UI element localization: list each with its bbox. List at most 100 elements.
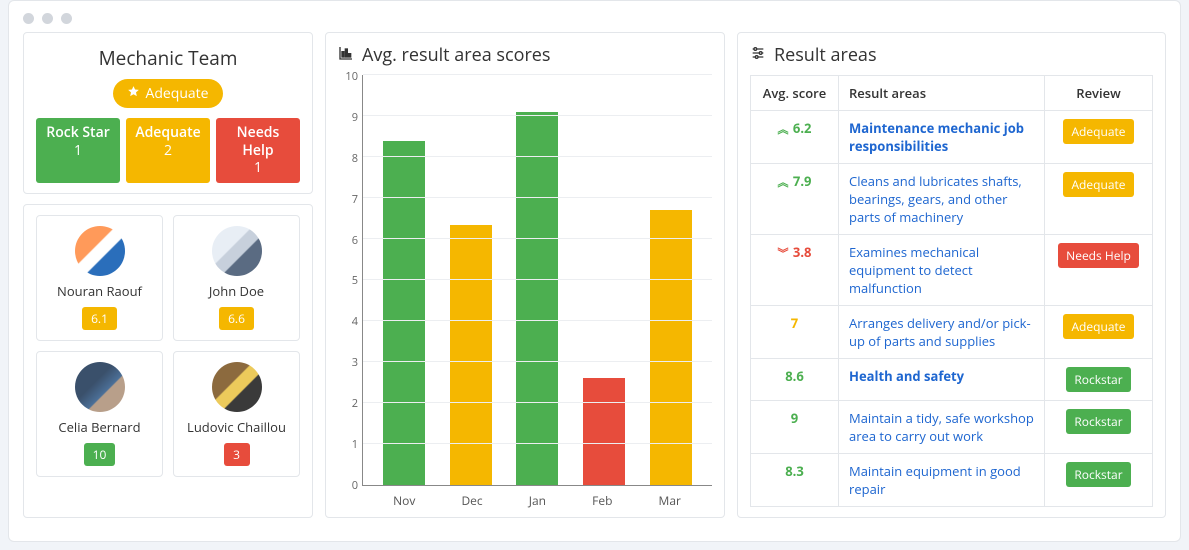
- chart-bar[interactable]: [450, 225, 492, 485]
- row-area[interactable]: Cleans and lubricates shafts, bearings, …: [839, 164, 1045, 235]
- row-review: Rockstar: [1045, 359, 1153, 401]
- chart-xaxis: Nov Dec Jan Feb Mar: [338, 486, 712, 509]
- table-row: 9Maintain a tidy, safe workshop area to …: [751, 401, 1153, 454]
- person-score-badge: 6.6: [219, 307, 254, 330]
- status-box-adequate[interactable]: Adequate2: [126, 118, 210, 183]
- row-score: ︾ 3.8: [751, 235, 839, 306]
- chevrons-up-icon: ︽: [778, 122, 786, 137]
- team-title: Mechanic Team: [36, 45, 300, 71]
- gridline: [363, 115, 712, 116]
- team-status-badge[interactable]: Adequate: [113, 79, 222, 108]
- table-row: 7Arranges delivery and/or pick-up of par…: [751, 306, 1153, 359]
- app-window: Mechanic Team Adequate Rock Star1Adequat…: [8, 0, 1181, 542]
- avatar: [212, 362, 262, 412]
- row-area[interactable]: Maintain equipment in good repair: [839, 454, 1045, 507]
- status-box-rock-star[interactable]: Rock Star1: [36, 118, 120, 183]
- row-area[interactable]: Health and safety: [839, 359, 1045, 401]
- chart-plot-area: [362, 75, 712, 486]
- row-score: ︽ 7.9: [751, 164, 839, 235]
- xtick: Nov: [393, 492, 415, 509]
- chart-title-row: Avg. result area scores: [338, 43, 712, 67]
- row-score: 7: [751, 306, 839, 359]
- row-score: 9: [751, 401, 839, 454]
- status-box-needs-help[interactable]: Needs Help1: [216, 118, 300, 183]
- gridline: [363, 197, 712, 198]
- gridline: [363, 361, 712, 362]
- xtick: Mar: [659, 492, 681, 509]
- chart-card: Avg. result area scores 109876543210 Nov…: [325, 32, 725, 518]
- gridline: [363, 443, 712, 444]
- gridline: [363, 279, 712, 280]
- avatar: [212, 226, 262, 276]
- status-row: Rock Star1Adequate2Needs Help1: [36, 118, 300, 183]
- person-score-badge: 3: [224, 443, 250, 466]
- col-header-area[interactable]: Result areas: [839, 76, 1045, 111]
- row-score: ︽ 6.2: [751, 111, 839, 164]
- row-review: Needs Help: [1045, 235, 1153, 306]
- person-card[interactable]: Celia Bernard 10: [36, 351, 163, 477]
- row-score: 8.6: [751, 359, 839, 401]
- gridline: [363, 74, 712, 75]
- result-areas-title: Result areas: [774, 43, 877, 67]
- table-row: 8.6Health and safetyRockstar: [751, 359, 1153, 401]
- col-header-review[interactable]: Review: [1045, 76, 1153, 111]
- xtick: Feb: [592, 492, 612, 509]
- avatar: [75, 362, 125, 412]
- table-row: 8.3Maintain equipment in good repairRock…: [751, 454, 1153, 507]
- team-status-label: Adequate: [145, 84, 208, 103]
- row-score: 8.3: [751, 454, 839, 507]
- window-dot: [23, 13, 34, 24]
- content: Mechanic Team Adequate Rock Star1Adequat…: [9, 32, 1180, 532]
- row-area[interactable]: Arranges delivery and/or pick-up of part…: [839, 306, 1045, 359]
- sliders-icon: [750, 43, 766, 67]
- people-card: Nouran Raouf 6.1 John Doe 6.6 Celia Bernard 1…: [23, 204, 313, 519]
- row-review: Rockstar: [1045, 401, 1153, 454]
- row-review: Adequate: [1045, 306, 1153, 359]
- team-card: Mechanic Team Adequate Rock Star1Adequat…: [23, 32, 313, 194]
- chart-title: Avg. result area scores: [362, 43, 550, 67]
- window-dot: [42, 13, 53, 24]
- people-grid: Nouran Raouf 6.1 John Doe 6.6 Celia Bernard 1…: [36, 215, 300, 477]
- result-areas-tbody: ︽ 6.2Maintenance mechanic job responsibi…: [751, 111, 1153, 507]
- row-review: Adequate: [1045, 111, 1153, 164]
- chart-bar[interactable]: [583, 378, 625, 485]
- row-review: Adequate: [1045, 164, 1153, 235]
- person-score-badge: 10: [84, 443, 116, 466]
- xtick: Dec: [461, 492, 482, 509]
- person-score-badge: 6.1: [82, 307, 117, 330]
- col-header-score[interactable]: Avg. score: [751, 76, 839, 111]
- gridline: [363, 238, 712, 239]
- row-area[interactable]: Maintain a tidy, safe workshop area to c…: [839, 401, 1045, 454]
- row-review: Rockstar: [1045, 454, 1153, 507]
- chart-bar[interactable]: [383, 141, 425, 485]
- person-card[interactable]: John Doe 6.6: [173, 215, 300, 341]
- avatar: [75, 226, 125, 276]
- person-card[interactable]: Nouran Raouf 6.1: [36, 215, 163, 341]
- chevrons-up-icon: ︽: [778, 175, 786, 190]
- gridline: [363, 320, 712, 321]
- xtick: Jan: [529, 492, 546, 509]
- result-areas-title-row: Result areas: [750, 43, 1153, 67]
- bar-chart-icon: [338, 43, 354, 67]
- result-areas-table: Avg. score Result areas Review ︽ 6.2Main…: [750, 75, 1153, 507]
- window-titlebar: [9, 1, 1180, 32]
- chart-yaxis: 109876543210: [338, 75, 362, 486]
- person-name: Nouran Raouf: [43, 282, 156, 300]
- table-row: ︽ 6.2Maintenance mechanic job responsibi…: [751, 111, 1153, 164]
- table-row: ︾ 3.8Examines mechanical equipment to de…: [751, 235, 1153, 306]
- gridline: [363, 402, 712, 403]
- person-name: Celia Bernard: [43, 418, 156, 436]
- chart: 109876543210 Nov Dec Jan Feb Mar: [338, 75, 712, 509]
- chart-bars: [363, 75, 712, 485]
- gridline: [363, 156, 712, 157]
- row-area[interactable]: Examines mechanical equipment to detect …: [839, 235, 1045, 306]
- row-area[interactable]: Maintenance mechanic job responsibilitie…: [839, 111, 1045, 164]
- person-name: Ludovic Chaillou: [180, 418, 293, 436]
- person-name: John Doe: [180, 282, 293, 300]
- person-card[interactable]: Ludovic Chaillou 3: [173, 351, 300, 477]
- chevrons-down-icon: ︾: [778, 246, 786, 261]
- chart-bar[interactable]: [516, 112, 558, 485]
- table-row: ︽ 7.9Cleans and lubricates shafts, beari…: [751, 164, 1153, 235]
- star-icon: [127, 84, 140, 103]
- result-areas-card: Result areas Avg. score Result areas Rev…: [737, 32, 1166, 518]
